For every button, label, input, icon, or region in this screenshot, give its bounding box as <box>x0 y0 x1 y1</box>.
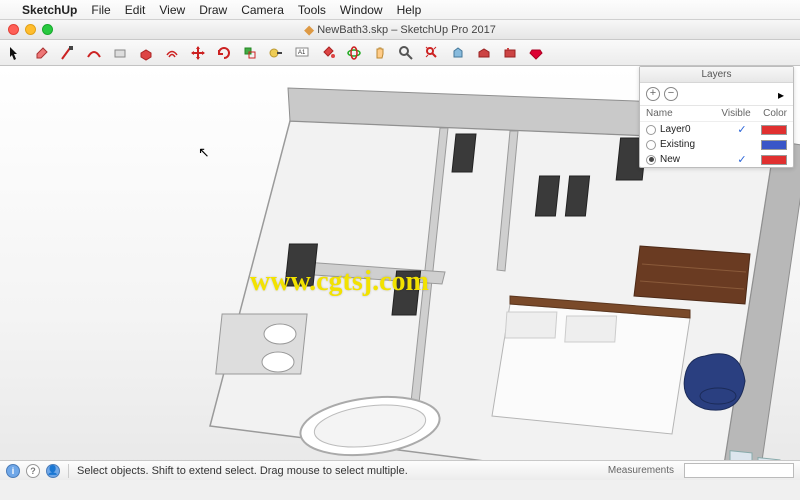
status-divider <box>68 464 69 478</box>
line-tool[interactable] <box>58 43 78 63</box>
layer-visible-checkbox[interactable]: ✓ <box>723 153 761 166</box>
svg-text:A1: A1 <box>298 50 306 56</box>
main-toolbar: A1 <box>0 40 800 66</box>
zoom-window-button[interactable] <box>42 24 53 35</box>
layers-panel[interactable]: Layers + − ▸ Name Visible Color Layer0 ✓… <box>639 66 794 168</box>
rotate-tool[interactable] <box>214 43 234 63</box>
signin-status-icon[interactable]: 👤 <box>46 464 60 478</box>
status-bar: i ? 👤 Select objects. Shift to extend se… <box>0 460 800 480</box>
extension-warehouse-tool[interactable] <box>500 43 520 63</box>
arc-tool[interactable] <box>84 43 104 63</box>
select-tool[interactable] <box>6 43 26 63</box>
status-hint: Select objects. Shift to extend select. … <box>77 465 408 477</box>
close-window-button[interactable] <box>8 24 19 35</box>
window-titlebar: ◆ NewBath3.skp – SketchUp Pro 2017 <box>0 20 800 40</box>
layer-color-swatch[interactable] <box>761 140 787 150</box>
layer-visible-checkbox[interactable]: ✓ <box>723 123 761 136</box>
zoom-extents-tool[interactable] <box>422 43 442 63</box>
menu-help[interactable]: Help <box>397 3 422 17</box>
tape-measure-tool[interactable] <box>266 43 286 63</box>
layer-color-swatch[interactable] <box>761 125 787 135</box>
layers-panel-title: Layers <box>640 67 793 83</box>
layer-name[interactable]: New <box>660 154 723 165</box>
layer-row[interactable]: New ✓ <box>640 152 793 167</box>
app-menu[interactable]: SketchUp <box>22 3 77 17</box>
pan-tool[interactable] <box>370 43 390 63</box>
offset-tool[interactable] <box>162 43 182 63</box>
layers-header-row: Name Visible Color <box>640 106 793 122</box>
minimize-window-button[interactable] <box>25 24 36 35</box>
remove-layer-button[interactable]: − <box>664 87 678 101</box>
window-controls <box>8 24 53 35</box>
paint-bucket-tool[interactable] <box>318 43 338 63</box>
orbit-tool[interactable] <box>344 43 364 63</box>
menu-draw[interactable]: Draw <box>199 3 227 17</box>
add-layer-button[interactable]: + <box>646 87 660 101</box>
text-tool[interactable]: A1 <box>292 43 312 63</box>
eraser-tool[interactable] <box>32 43 52 63</box>
layer-row[interactable]: Layer0 ✓ <box>640 122 793 137</box>
measurements-label: Measurements <box>608 465 678 476</box>
ruby-tool[interactable] <box>526 43 546 63</box>
menu-camera[interactable]: Camera <box>241 3 284 17</box>
layer-active-radio[interactable] <box>646 140 656 150</box>
layer-active-radio[interactable] <box>646 155 656 165</box>
geolocation-status-icon[interactable]: i <box>6 464 20 478</box>
mac-menubar: SketchUp File Edit View Draw Camera Tool… <box>0 0 800 20</box>
layer-row[interactable]: Existing <box>640 137 793 152</box>
layer-color-swatch[interactable] <box>761 155 787 165</box>
document-icon: ◆ <box>304 22 314 37</box>
scale-tool[interactable] <box>240 43 260 63</box>
layers-header-name[interactable]: Name <box>646 108 717 119</box>
layers-header-color[interactable]: Color <box>755 108 787 119</box>
menu-file[interactable]: File <box>91 3 110 17</box>
rectangle-tool[interactable] <box>110 43 130 63</box>
menu-view[interactable]: View <box>159 3 185 17</box>
add-location-tool[interactable] <box>448 43 468 63</box>
menu-tools[interactable]: Tools <box>298 3 326 17</box>
zoom-tool[interactable] <box>396 43 416 63</box>
layer-active-radio[interactable] <box>646 125 656 135</box>
credits-status-icon[interactable]: ? <box>26 464 40 478</box>
layer-name[interactable]: Existing <box>660 139 723 150</box>
pushpull-tool[interactable] <box>136 43 156 63</box>
layers-header-visible[interactable]: Visible <box>717 108 755 119</box>
menu-window[interactable]: Window <box>340 3 383 17</box>
app-title: SketchUp Pro 2017 <box>400 23 495 35</box>
menu-edit[interactable]: Edit <box>125 3 146 17</box>
3d-warehouse-tool[interactable] <box>474 43 494 63</box>
window-title: ◆ NewBath3.skp – SketchUp Pro 2017 <box>0 22 800 38</box>
measurements-input[interactable] <box>684 463 794 478</box>
model-viewport[interactable]: ↖ www.cgtsj.com Layers + − ▸ Name Visibl… <box>0 66 800 480</box>
layers-menu-button[interactable]: ▸ <box>775 88 787 100</box>
document-filename: NewBath3.skp <box>317 23 388 35</box>
move-tool[interactable] <box>188 43 208 63</box>
layer-name[interactable]: Layer0 <box>660 124 723 135</box>
